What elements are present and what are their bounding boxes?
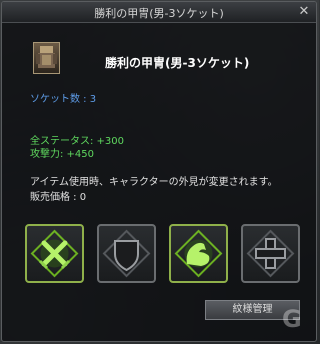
sell-price: 販売価格 : 0 bbox=[30, 192, 87, 203]
cross-icon bbox=[246, 229, 295, 278]
window-title: 勝利の甲冑(男-3ソケット) bbox=[94, 7, 224, 20]
strength-arm-icon bbox=[174, 229, 223, 278]
crossed-swords-icon bbox=[30, 229, 79, 278]
close-icon[interactable]: ✕ bbox=[297, 5, 311, 19]
site-logo-watermark: G bbox=[282, 305, 302, 333]
title-bar: 勝利の甲冑(男-3ソケット) ✕ bbox=[2, 2, 316, 23]
armor-icon bbox=[33, 42, 60, 74]
shield-icon bbox=[102, 229, 151, 278]
socket-slot-4[interactable] bbox=[241, 224, 300, 283]
stat-attack: 攻撃力: +450 bbox=[30, 149, 95, 160]
item-name: 勝利の甲冑(男-3ソケット) bbox=[105, 56, 250, 70]
socket-slot-3[interactable] bbox=[169, 224, 228, 283]
item-tooltip-window: 勝利の甲冑(男-3ソケット) ✕ 勝利の甲冑(男-3ソケット) ソケット数 : … bbox=[1, 1, 317, 342]
socket-slot-2[interactable] bbox=[97, 224, 156, 283]
socket-slot-1[interactable] bbox=[25, 224, 84, 283]
item-description: アイテム使用時、キャラクターの外見が変更されます。 bbox=[30, 177, 278, 188]
socket-count: ソケット数 : 3 bbox=[30, 94, 97, 105]
